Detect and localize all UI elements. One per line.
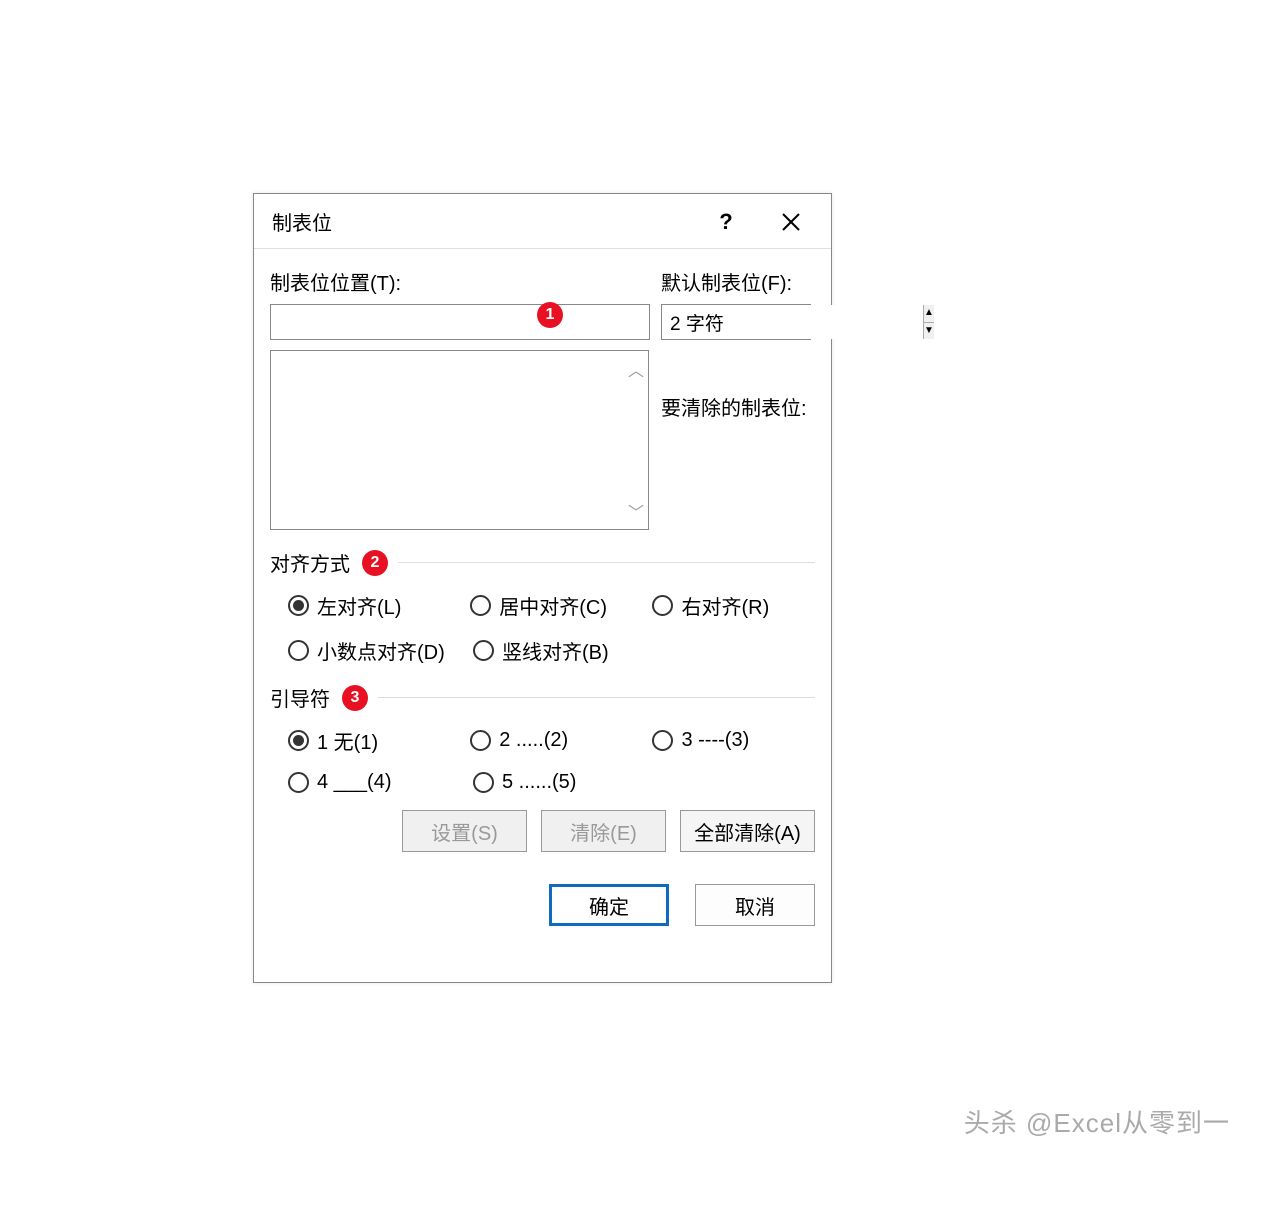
spinner-down-button[interactable]: ▼ — [924, 323, 934, 340]
radio-leader-dots2[interactable]: 5 ......(5) — [473, 771, 658, 794]
leader-section-header: 引导符 3 — [270, 683, 815, 712]
spinner-up-button[interactable]: ▲ — [924, 305, 934, 323]
radio-leader-dots[interactable]: 2 .....(2) — [470, 726, 652, 755]
default-tab-input[interactable] — [662, 305, 923, 339]
radio-align-center[interactable]: 居中对齐(C) — [470, 591, 652, 620]
default-tab-spinner: ▲ ▼ — [661, 304, 811, 340]
tab-position-input[interactable] — [270, 304, 650, 340]
annotation-3: 3 — [342, 685, 368, 711]
radio-align-right[interactable]: 右对齐(R) — [652, 591, 815, 620]
alignment-section-header: 对齐方式 2 — [270, 548, 815, 577]
radio-align-left[interactable]: 左对齐(L) — [288, 591, 470, 620]
radio-leader-none[interactable]: 1 无(1) — [288, 726, 470, 755]
clear-tabs-label: 要清除的制表位: — [661, 392, 815, 421]
scroll-down-icon[interactable]: ﹀ — [628, 499, 644, 523]
leader-radio-group: 1 无(1) 2 .....(2) 3 ----(3) 4 ___(4) 5 .… — [270, 726, 815, 794]
annotation-1: 1 — [537, 302, 563, 328]
radio-leader-dashes[interactable]: 3 ----(3) — [652, 726, 815, 755]
help-button[interactable]: ? — [701, 194, 751, 249]
scroll-up-icon[interactable]: ︿ — [628, 357, 644, 381]
radio-leader-underline[interactable]: 4 ___(4) — [288, 771, 473, 794]
tab-position-label: 制表位位置(T): — [270, 267, 650, 296]
titlebar: 制表位 ? — [254, 194, 831, 249]
alignment-radio-group: 左对齐(L) 居中对齐(C) 右对齐(R) 小数点对齐(D) 竖线对齐(B) — [270, 591, 815, 665]
set-button[interactable]: 设置(S) — [402, 810, 527, 852]
watermark-text: 头杀 @Excel从零到一 — [964, 1103, 1230, 1140]
tabs-dialog: 制表位 ? 制表位位置(T): 1 ︿ ﹀ 默认制表位(F): — [253, 193, 832, 983]
close-button[interactable] — [766, 194, 816, 249]
cancel-button[interactable]: 取消 — [695, 884, 815, 926]
clear-button[interactable]: 清除(E) — [541, 810, 666, 852]
annotation-2: 2 — [362, 550, 388, 576]
close-icon — [781, 212, 801, 232]
clear-all-button[interactable]: 全部清除(A) — [680, 810, 815, 852]
default-tab-label: 默认制表位(F): — [661, 267, 815, 296]
tab-position-list[interactable]: ︿ ﹀ — [270, 350, 649, 530]
ok-button[interactable]: 确定 — [549, 884, 669, 926]
dialog-content: 制表位位置(T): 1 ︿ ﹀ 默认制表位(F): ▲ ▼ — [254, 249, 831, 942]
dialog-title: 制表位 — [272, 207, 332, 236]
radio-align-decimal[interactable]: 小数点对齐(D) — [288, 636, 473, 665]
radio-align-bar[interactable]: 竖线对齐(B) — [473, 636, 658, 665]
